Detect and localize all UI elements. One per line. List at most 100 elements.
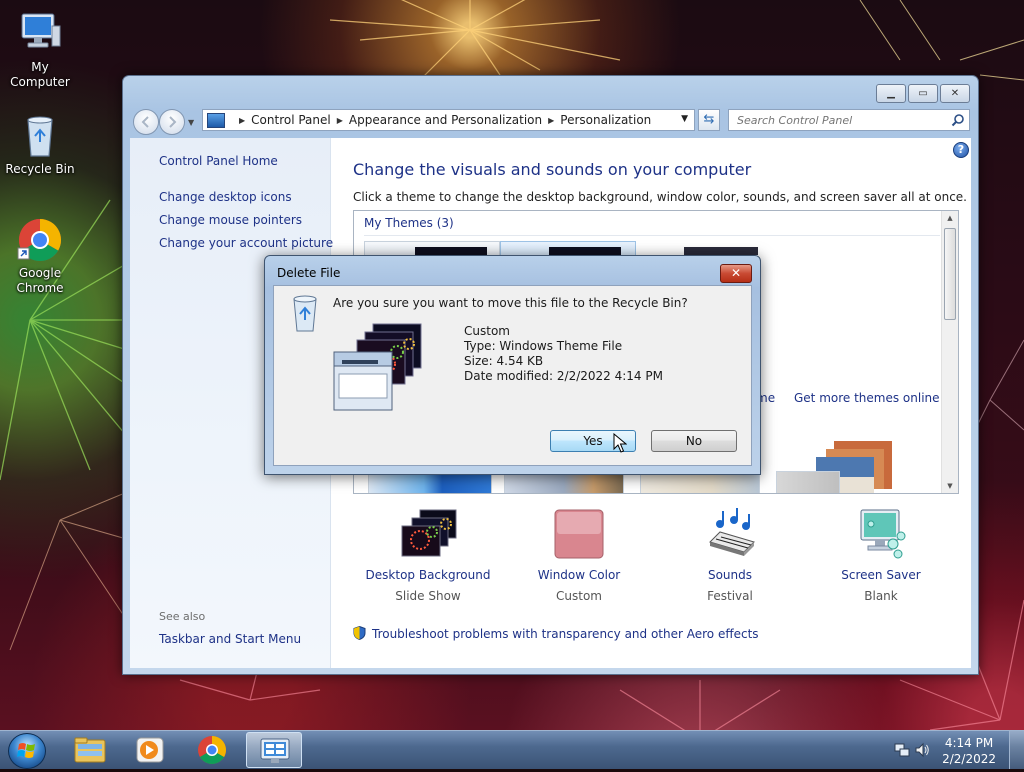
window-color-label[interactable]: Window Color: [504, 568, 654, 582]
taskbar-file-explorer[interactable]: [62, 732, 118, 768]
control-panel-icon: [207, 113, 225, 128]
monitor-bubbles-icon: [851, 508, 911, 560]
scroll-down-icon[interactable]: ▼: [942, 479, 958, 493]
taskbar-control-panel[interactable]: [246, 732, 302, 768]
change-account-picture-link[interactable]: Change your account picture: [159, 236, 333, 250]
search-box[interactable]: [728, 109, 970, 131]
minimize-icon: ▁: [887, 87, 895, 99]
troubleshoot-aero-link[interactable]: Troubleshoot problems with transparency …: [353, 626, 759, 641]
address-bar[interactable]: ▶ Control Panel ▶ Appearance and Personaliz…: [202, 109, 695, 131]
sounds-value: Festival: [707, 589, 753, 603]
back-button[interactable]: [133, 109, 159, 135]
minimize-button[interactable]: ▁: [876, 84, 906, 103]
start-button[interactable]: [8, 733, 46, 769]
recycle-bin-icon: [16, 112, 64, 160]
desktop-icon-recycle-bin[interactable]: Recycle Bin: [0, 112, 80, 177]
help-icon[interactable]: ?: [953, 142, 969, 158]
windows-logo-icon: [17, 743, 35, 758]
refresh-icon: ⇆: [703, 112, 715, 127]
system-tray: 4:14 PM 2/2/2022: [884, 731, 1024, 769]
dialog-title: Delete File: [277, 266, 341, 280]
scroll-up-icon[interactable]: ▲: [942, 211, 958, 225]
dialog-body: Are you sure you want to move this file …: [273, 285, 752, 466]
desktop-icon-label: Google: [18, 266, 62, 280]
breadcrumb-separator-icon[interactable]: ▶: [239, 116, 245, 125]
screen-saver-value: Blank: [864, 589, 898, 603]
screen-saver-option[interactable]: Screen Saver Blank: [806, 508, 956, 603]
navigation-bar: ▼ ▶ Control Panel ▶ Appearance and Personal…: [131, 106, 970, 135]
desktop-icon-label: Recycle Bin: [5, 162, 75, 176]
change-desktop-icons-link[interactable]: Change desktop icons: [159, 190, 292, 204]
group-divider: [364, 235, 940, 236]
computer-icon: [16, 10, 64, 58]
show-desktop-button[interactable]: [1009, 731, 1024, 769]
page-subtitle: Click a theme to change the desktop back…: [353, 190, 967, 204]
taskbar-media-player[interactable]: [122, 732, 178, 768]
my-themes-group-heading: My Themes (3): [364, 216, 454, 230]
scrollbar-thumb[interactable]: [944, 228, 956, 320]
no-button[interactable]: No: [651, 430, 737, 452]
breadcrumb-appearance[interactable]: Appearance and Personalization: [349, 113, 542, 127]
breadcrumb-personalization[interactable]: Personalization: [560, 113, 651, 127]
personalization-options: Desktop Background Slide Show Window Col…: [353, 508, 959, 618]
window-color-icon: [549, 508, 609, 560]
clock-time: 4:14 PM: [944, 736, 994, 750]
media-player-icon: [136, 737, 164, 763]
network-icon[interactable]: [894, 742, 910, 758]
see-also-heading: See also: [159, 610, 206, 623]
forward-button[interactable]: [159, 109, 185, 135]
window-color-option[interactable]: Window Color Custom: [504, 508, 654, 603]
taskbar-start-menu-link[interactable]: Taskbar and Start Menu: [159, 632, 301, 646]
close-button[interactable]: ✕: [940, 84, 970, 103]
address-dropdown-icon[interactable]: ▼: [681, 114, 688, 124]
volume-icon[interactable]: [914, 742, 930, 758]
control-panel-home-link[interactable]: Control Panel Home: [159, 154, 278, 168]
dialog-question: Are you sure you want to move this file …: [333, 296, 688, 310]
theme-thumbnail[interactable]: [364, 241, 500, 256]
file-info: Custom Type: Windows Theme File Size: 4.…: [464, 324, 663, 384]
file-type: Type: Windows Theme File: [464, 339, 623, 353]
mouse-cursor-icon: [613, 433, 627, 453]
theme-thumbnail[interactable]: [776, 471, 840, 493]
theme-thumbnail[interactable]: [684, 247, 758, 255]
desktop-icon-my-computer[interactable]: My Computer: [0, 10, 80, 90]
breadcrumb: ▶ Control Panel ▶ Appearance and Personaliz…: [233, 113, 651, 127]
dialog-close-button[interactable]: ✕: [720, 264, 752, 283]
breadcrumb-separator-icon[interactable]: ▶: [337, 116, 343, 125]
close-icon: ✕: [950, 87, 960, 99]
window-color-value: Custom: [556, 589, 602, 603]
change-mouse-pointers-link[interactable]: Change mouse pointers: [159, 213, 302, 227]
get-more-themes-online-link[interactable]: Get more themes online: [794, 391, 940, 405]
sounds-option[interactable]: Sounds Festival: [655, 508, 805, 603]
file-size: Size: 4.54 KB: [464, 354, 544, 368]
breadcrumb-control-panel[interactable]: Control Panel: [251, 113, 331, 127]
sounds-label[interactable]: Sounds: [655, 568, 805, 582]
page-title: Change the visuals and sounds on your co…: [353, 160, 752, 179]
breadcrumb-separator-icon[interactable]: ▶: [548, 116, 554, 125]
taskbar-chrome[interactable]: [184, 732, 240, 768]
file-explorer-icon: [74, 737, 106, 763]
shield-icon: [353, 626, 366, 640]
forward-arrow-icon: [169, 116, 177, 128]
theme-list-scrollbar[interactable]: ▲ ▼: [941, 211, 958, 493]
maximize-button[interactable]: ▭: [908, 84, 938, 103]
clock[interactable]: 4:14 PM 2/2/2022: [942, 735, 996, 767]
chrome-icon: [198, 736, 226, 764]
control-panel-icon: [260, 738, 290, 763]
refresh-button[interactable]: ⇆: [698, 109, 720, 131]
clock-date: 2/2/2022: [942, 752, 996, 766]
theme-thumbnail[interactable]: [500, 241, 636, 256]
search-icon[interactable]: [951, 113, 965, 127]
screen-saver-label[interactable]: Screen Saver: [806, 568, 956, 582]
desktop-background-option[interactable]: Desktop Background Slide Show: [353, 508, 503, 603]
recent-pages-dropdown[interactable]: ▼: [188, 118, 194, 127]
troubleshoot-label[interactable]: Troubleshoot problems with transparency …: [372, 627, 759, 641]
chrome-icon: [16, 216, 64, 264]
desktop-icon-label: Chrome: [16, 281, 64, 295]
desktop-background-label[interactable]: Desktop Background: [353, 568, 503, 582]
window-caption-buttons: ▁ ▭ ✕: [876, 84, 970, 103]
file-name: Custom: [464, 324, 510, 338]
music-keyboard-icon: [700, 508, 760, 560]
search-input[interactable]: [729, 110, 947, 130]
desktop-icon-google-chrome[interactable]: Google Chrome: [0, 216, 80, 296]
